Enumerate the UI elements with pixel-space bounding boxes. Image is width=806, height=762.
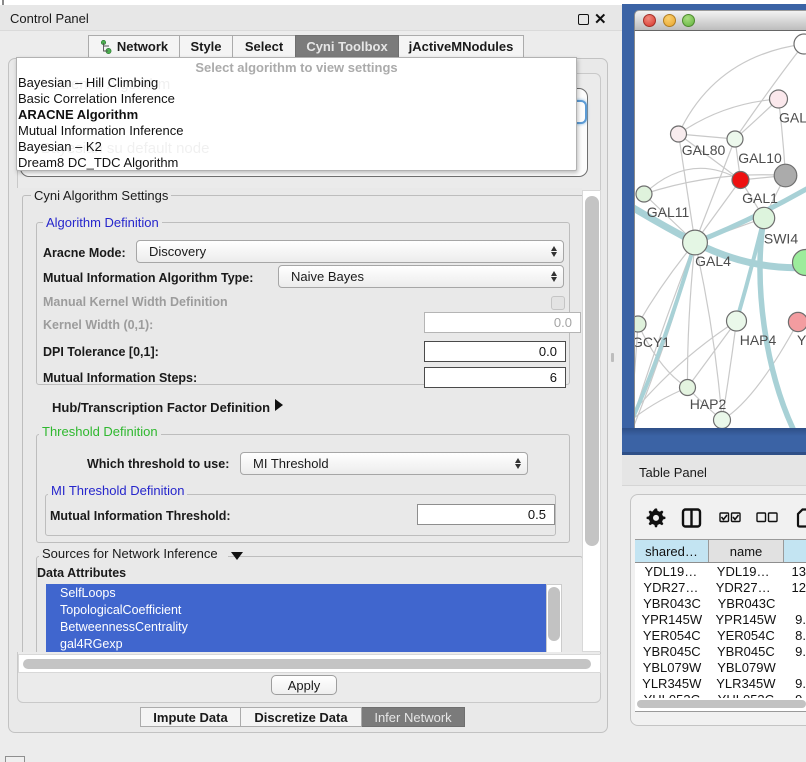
svg-text:GAL1: GAL1 [742, 190, 778, 206]
svg-text:Y: Y [797, 332, 806, 348]
svg-text:GAL10: GAL10 [738, 150, 782, 166]
svg-text:HAP2: HAP2 [690, 396, 727, 412]
svg-text:GAL8: GAL8 [779, 110, 806, 126]
svg-text:GCY1: GCY1 [635, 334, 670, 350]
svg-text:SWI4: SWI4 [764, 231, 798, 247]
svg-text:GAL4: GAL4 [695, 253, 731, 269]
svg-text:GAL80: GAL80 [682, 142, 726, 158]
svg-text:GAL11: GAL11 [647, 204, 690, 220]
svg-text:HAP4: HAP4 [740, 332, 777, 348]
